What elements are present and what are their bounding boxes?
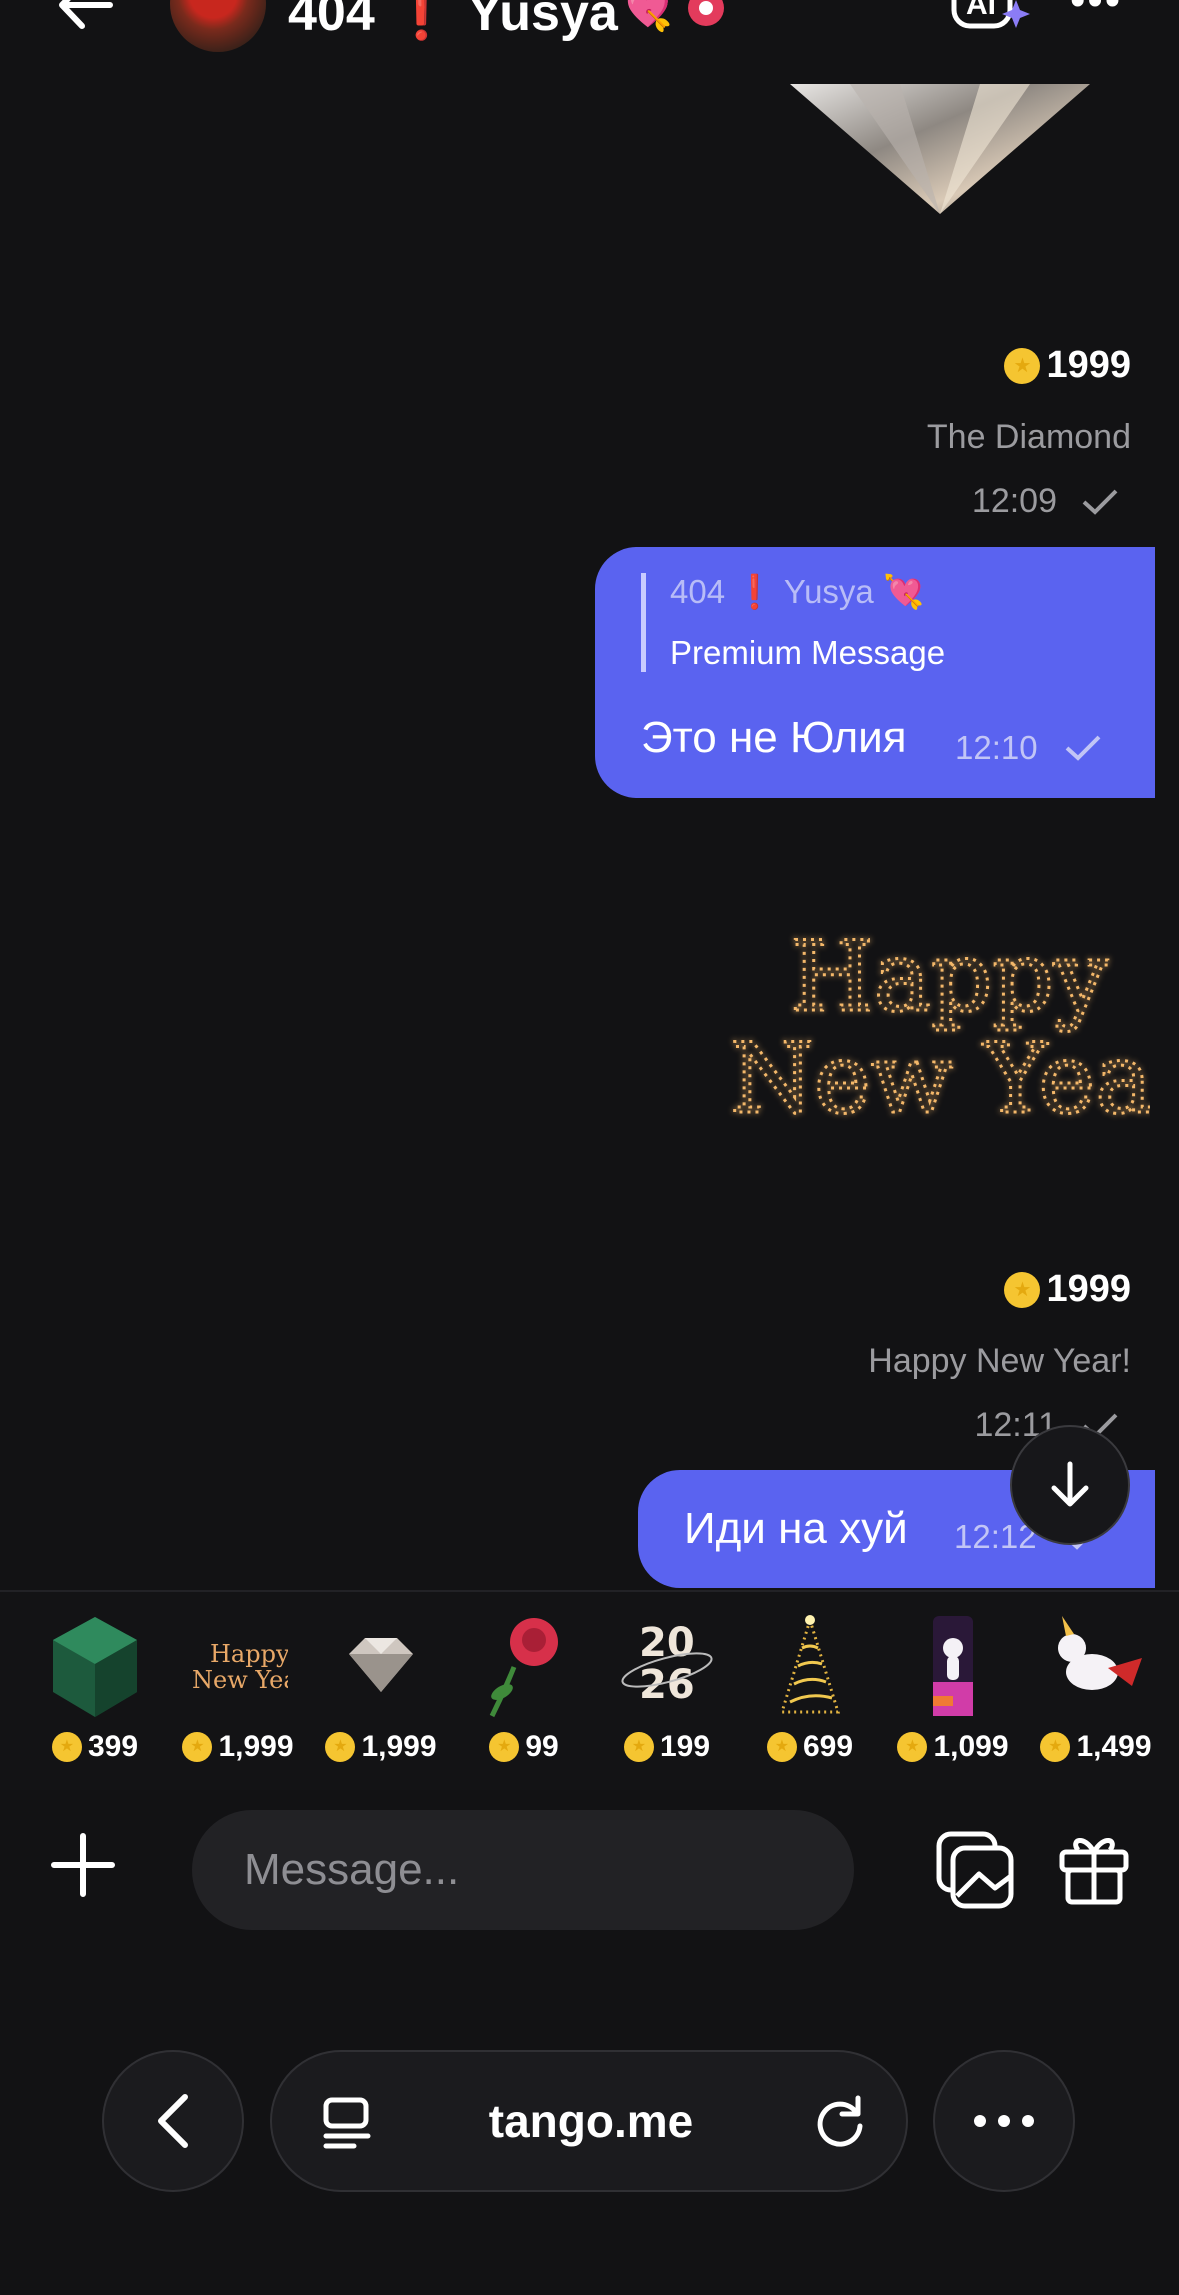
gift-cost-value: 199 xyxy=(659,1730,711,1763)
year-2026-gift-icon: 20 26 xyxy=(621,1620,713,1708)
gift-art-text-line1: Happy xyxy=(790,921,1108,1033)
gift-picker-strip: 399 Happy New Year 1,999 1,999 xyxy=(0,1590,1179,1790)
browser-toolbar: tango.me xyxy=(0,2010,1179,2295)
gift-cost: 199 xyxy=(602,1730,732,1764)
check-icon xyxy=(1082,489,1118,515)
coin-icon xyxy=(766,1732,797,1762)
gift-price: 1999 xyxy=(1004,344,1131,387)
rose-gift-icon xyxy=(489,1618,558,1718)
gift-cost: 399 xyxy=(30,1730,160,1764)
gift-art-text-line2: New Year xyxy=(730,1023,1150,1135)
reply-text: Premium Message xyxy=(670,634,946,671)
reply-author: 404 ❗ Yusya 💘 xyxy=(670,573,925,610)
gift-cost-value: 1,999 xyxy=(361,1730,437,1763)
ai-assistant-icon[interactable]: AI xyxy=(950,0,1030,30)
gallery-icon[interactable] xyxy=(935,1830,1015,1910)
heart-arrow-emoji-icon: 💘 xyxy=(618,0,673,33)
gift-name: Happy New Year! xyxy=(868,1342,1131,1380)
verified-badge-icon xyxy=(688,0,724,26)
flying-unicorn-gift-icon xyxy=(1058,1616,1142,1690)
happy-new-year-gift-icon: Happy New Year xyxy=(192,1640,288,1694)
gift-name: The Diamond xyxy=(926,418,1131,456)
message-time-value: 12:10 xyxy=(955,729,1038,766)
coin-icon xyxy=(489,1732,520,1762)
message-text: Это не Юлия xyxy=(641,713,907,762)
chevron-left-icon xyxy=(158,2094,188,2148)
message-composer xyxy=(0,1790,1179,1950)
gift-icon-text: 20 xyxy=(639,1620,695,1666)
gift-price: 1999 xyxy=(1004,1268,1131,1311)
message-bubble[interactable]: 404 ❗ Yusya 💘 Premium Message Это не Юли… xyxy=(595,547,1155,798)
browser-back-button[interactable] xyxy=(102,2050,244,2192)
message-timestamp: 12:10 xyxy=(955,729,1102,767)
gift-box-icon[interactable] xyxy=(1058,1830,1130,1906)
coin-icon xyxy=(623,1732,654,1762)
gift-icon-text: 26 xyxy=(639,1662,695,1708)
reload-icon[interactable] xyxy=(812,2094,868,2150)
christmas-tree-gift-icon xyxy=(779,1614,841,1714)
more-dots-icon xyxy=(974,2115,1034,2127)
coin-icon xyxy=(1004,1271,1041,1308)
message-text: Иди на хуй xyxy=(684,1504,908,1553)
gift-cost-value: 699 xyxy=(802,1730,854,1763)
gift-timestamp: 12:09 xyxy=(972,482,1119,521)
more-options-icon[interactable]: ••• xyxy=(1070,0,1122,26)
address-bar[interactable]: tango.me xyxy=(270,2050,908,2192)
gift-cost-value: 1,099 xyxy=(933,1730,1009,1763)
gift-time-value: 12:09 xyxy=(971,482,1057,520)
plus-icon[interactable] xyxy=(48,1830,118,1900)
check-icon xyxy=(1065,735,1101,761)
gift-cost: 1,999 xyxy=(316,1730,446,1764)
browser-more-button[interactable] xyxy=(933,2050,1075,2192)
gift-icon-text: New Year xyxy=(192,1666,288,1694)
coin-icon xyxy=(182,1732,213,1762)
coin-icon xyxy=(897,1732,928,1762)
gift-cost: 1,999 xyxy=(173,1730,303,1764)
gift-option[interactable]: 1,499 xyxy=(1031,1612,1161,1782)
reply-quote[interactable]: 404 ❗ Yusya 💘 Premium Message xyxy=(641,573,945,672)
gift-option[interactable]: 1,099 xyxy=(888,1612,1018,1782)
gift-price-value: 1999 xyxy=(1046,1268,1131,1310)
ai-label: AI xyxy=(966,0,996,21)
gift-icon-text: Happy xyxy=(210,1640,288,1668)
gift-option[interactable]: Happy New Year 1,999 xyxy=(173,1612,303,1782)
gift-cost-value: 1,999 xyxy=(218,1730,294,1763)
chat-header: 404 ❗ Yusya 💘 AI ••• xyxy=(0,0,1179,80)
gift-option[interactable]: 1,999 xyxy=(316,1612,446,1782)
diamond-gift-image xyxy=(790,84,1090,214)
coin-icon xyxy=(1040,1732,1071,1762)
coin-icon xyxy=(1004,347,1041,384)
gift-cost: 699 xyxy=(745,1730,875,1764)
gift-option[interactable]: 699 xyxy=(745,1612,875,1782)
chat-title[interactable]: 404 ❗ Yusya xyxy=(288,0,618,43)
gift-cost-value: 99 xyxy=(525,1730,559,1763)
scroll-to-bottom-button[interactable] xyxy=(1010,1425,1130,1545)
back-arrow-icon[interactable] xyxy=(50,0,120,40)
gift-price-value: 1999 xyxy=(1046,344,1131,386)
gift-option[interactable]: 20 26 199 xyxy=(602,1612,732,1782)
cube-gift-icon xyxy=(53,1617,137,1717)
message-input[interactable] xyxy=(192,1810,854,1930)
gift-cost-value: 399 xyxy=(87,1730,139,1763)
coin-icon xyxy=(325,1732,356,1762)
arrow-down-icon xyxy=(1051,1461,1089,1507)
unicorn-dance-gift-icon xyxy=(933,1616,973,1716)
gift-cost: 1,099 xyxy=(888,1730,1018,1764)
coin-icon xyxy=(51,1732,82,1762)
chat-screen: 404 ❗ Yusya 💘 AI ••• 1999 The Diamond 12 xyxy=(0,0,1179,2295)
happy-new-year-gift-image: Happy New Year xyxy=(729,920,1151,1137)
gift-cost-value: 1,499 xyxy=(1076,1730,1152,1763)
gift-cost: 99 xyxy=(459,1730,589,1764)
diamond-gift-icon xyxy=(349,1638,413,1692)
gift-option[interactable]: 399 xyxy=(30,1612,160,1782)
gift-option[interactable]: 99 xyxy=(459,1612,589,1782)
gift-cost: 1,499 xyxy=(1031,1730,1161,1764)
avatar[interactable] xyxy=(170,0,266,52)
